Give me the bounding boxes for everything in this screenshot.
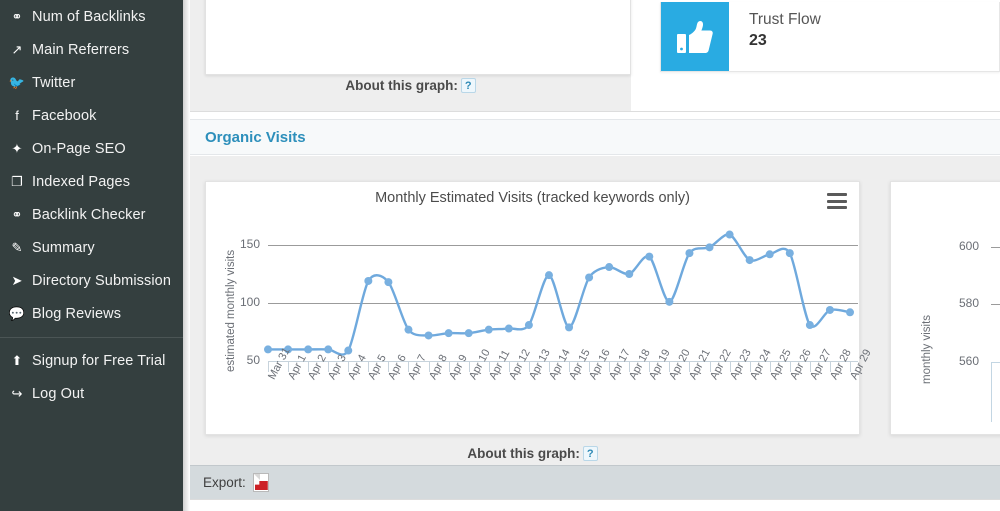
trust-flow-metric-card[interactable]: Trust Flow 23 xyxy=(660,2,1000,72)
edit-note-icon: ✎ xyxy=(11,240,23,255)
sidebar-item-label: Summary xyxy=(32,239,95,256)
sidebar-item-label: Backlink Checker xyxy=(32,206,146,223)
sidebar-item-twitter[interactable]: 🐦 Twitter xyxy=(0,66,183,99)
right-y-axis-label: monthly visits xyxy=(921,314,933,384)
sidebar-item-blog-reviews[interactable]: 💬 Blog Reviews xyxy=(0,297,183,330)
right-y-axis-tick: 560 xyxy=(958,354,979,368)
sidebar-item-label: Num of Backlinks xyxy=(32,8,146,25)
bottom-strip xyxy=(190,499,1000,511)
sidebar-item-signup-for-free-trial[interactable]: ⬆ Signup for Free Trial xyxy=(0,344,183,377)
magic-wand-icon: ✦ xyxy=(11,141,23,156)
sidebar-item-directory-submission[interactable]: ➤ Directory Submission xyxy=(0,264,183,297)
right-y-axis-tick: 580 xyxy=(958,296,979,310)
pdf-file-icon[interactable] xyxy=(252,473,269,492)
link-icon: ⚭ xyxy=(11,9,23,24)
sidebar-item-num-of-backlinks[interactable]: ⚭ Num of Backlinks xyxy=(0,0,183,33)
app-root: ⚭ Num of Backlinks ↗ Main Referrers 🐦 Twitter… xyxy=(0,0,1000,511)
sidebar-item-main-referrers[interactable]: ↗ Main Referrers xyxy=(0,33,183,66)
trust-citation-flow-panel: ApApApApAp trust flow citation flow Abou… xyxy=(190,0,631,111)
right-chart-gridline xyxy=(991,304,1000,305)
sidebar-item-label: Log Out xyxy=(32,385,85,402)
sidebar-footer-list: ⬆ Signup for Free Trial ↪ Log Out xyxy=(0,344,183,410)
comments-icon: 💬 xyxy=(8,306,26,321)
sidebar-edge-shadow xyxy=(183,0,190,511)
trust-flow-title: Trust Flow xyxy=(749,11,821,28)
sidebar-item-backlink-checker[interactable]: ⚭ Backlink Checker xyxy=(0,198,183,231)
sidebar-item-list: ⚭ Num of Backlinks ↗ Main Referrers 🐦 Twitter… xyxy=(0,0,183,330)
paper-plane-icon: ➤ xyxy=(11,273,23,288)
right-y-axis-tick: 600 xyxy=(958,239,979,253)
main-content: ApApApApAp trust flow citation flow Abou… xyxy=(183,0,1000,511)
chart-series xyxy=(264,230,854,356)
sidebar-item-facebook[interactable]: f Facebook xyxy=(0,99,183,132)
sidebar-nav: ⚭ Num of Backlinks ↗ Main Referrers 🐦 Twitter… xyxy=(0,0,183,511)
link-icon: ⚭ xyxy=(11,207,23,222)
monthly-estimated-visits-card: Monthly Estimated Visits (tracked keywor… xyxy=(205,181,874,435)
sidebar-item-label: Indexed Pages xyxy=(32,173,131,190)
sidebar-item-indexed-pages[interactable]: ❐ Indexed Pages xyxy=(0,165,183,198)
about-label-main: About this graph: xyxy=(467,446,580,461)
copy-pages-icon: ❐ xyxy=(11,174,23,189)
export-bar: Export: xyxy=(190,465,1000,499)
twitter-icon: 🐦 xyxy=(8,75,26,90)
trust-citation-flow-card: ApApApApAp trust flow citation flow xyxy=(205,0,631,75)
external-link-icon: ↗ xyxy=(11,42,23,57)
monthly-visits-card: monthly visits 560 580 600 xyxy=(890,181,1000,435)
logout-icon: ↪ xyxy=(11,386,23,401)
export-label: Export: xyxy=(203,475,246,490)
sidebar-item-label: Twitter xyxy=(32,74,76,91)
sidebar-item-summary[interactable]: ✎ Summary xyxy=(0,231,183,264)
sidebar-item-label: Directory Submission xyxy=(32,272,171,289)
help-badge-main[interactable]: ? xyxy=(582,446,598,461)
right-chart-gridline xyxy=(991,247,1000,248)
about-label-top: About this graph: xyxy=(345,78,458,93)
facebook-icon: f xyxy=(15,108,19,123)
organic-visits-header: Organic Visits xyxy=(190,119,1000,155)
sidebar-item-label: Facebook xyxy=(32,107,97,124)
sidebar-item-on-page-seo[interactable]: ✦ On-Page SEO xyxy=(0,132,183,165)
organic-visits-title: Organic Visits xyxy=(205,128,306,146)
sidebar-item-label: Main Referrers xyxy=(32,41,130,58)
help-badge-top[interactable]: ? xyxy=(460,78,476,93)
about-this-graph-main: About this graph:? xyxy=(205,446,860,461)
trust-flow-value: 23 xyxy=(749,32,767,49)
upload-arrow-icon: ⬆ xyxy=(11,353,23,368)
sidebar-item-label: On-Page SEO xyxy=(32,140,126,157)
trust-flow-card-body: Trust Flow 23 xyxy=(729,2,999,71)
sidebar-item-log-out[interactable]: ↪ Log Out xyxy=(0,377,183,410)
sidebar-divider xyxy=(0,337,183,338)
sidebar-item-label: Blog Reviews xyxy=(32,305,122,322)
organic-visits-body: Monthly Estimated Visits (tracked keywor… xyxy=(190,156,1000,501)
sidebar-item-label: Signup for Free Trial xyxy=(32,352,166,369)
thumbs-up-icon xyxy=(661,2,729,71)
organic-visits-section: Organic Visits Monthly Estimated Visits … xyxy=(190,111,1000,511)
right-chart-axis-frame xyxy=(991,362,1000,422)
about-this-graph-top: About this graph:? xyxy=(190,78,631,93)
